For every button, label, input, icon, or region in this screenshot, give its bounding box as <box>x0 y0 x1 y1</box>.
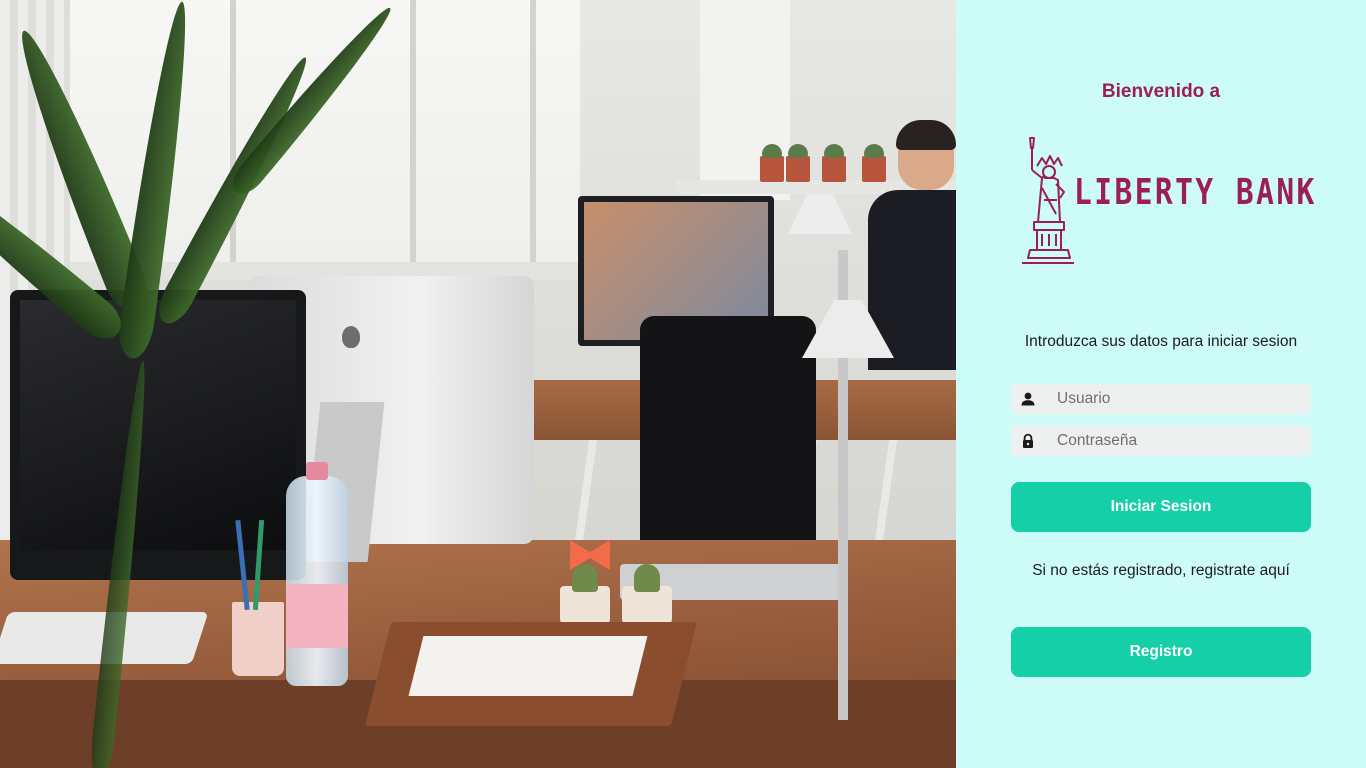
apple-logo-icon <box>342 326 360 348</box>
paper-tray <box>365 622 697 726</box>
register-prompt: Si no estás registrado, registrate aquí <box>1032 562 1290 579</box>
user-icon <box>1021 392 1035 406</box>
person-working <box>868 120 956 370</box>
register-button[interactable]: Registro <box>1011 627 1311 677</box>
office-background-photo <box>0 0 956 768</box>
plant-pot <box>822 144 846 182</box>
water-bottle <box>286 462 348 686</box>
login-button[interactable]: Iniciar Sesion <box>1011 482 1311 532</box>
statue-of-liberty-icon <box>1022 137 1074 264</box>
lock-icon <box>1023 433 1033 448</box>
pencil-cup <box>232 602 284 676</box>
plant-pot <box>760 144 784 182</box>
username-field[interactable] <box>1011 384 1311 414</box>
liberty-bank-logo: LIBERTY BANK <box>1020 136 1314 268</box>
office-chair <box>640 316 816 546</box>
brand-name: LIBERTY BANK <box>1074 172 1317 213</box>
welcome-heading: Bienvenido a <box>1101 81 1221 102</box>
login-instructions: Introduzca sus datos para iniciar sesion <box>1024 333 1298 350</box>
desk-lamp <box>788 194 852 234</box>
password-field[interactable] <box>1011 426 1311 456</box>
username-input[interactable] <box>1057 384 1307 414</box>
login-panel: Bienvenido a LIBERTY BANK Introduzca sus… <box>956 0 1366 768</box>
plant-pot <box>786 144 810 182</box>
password-input[interactable] <box>1057 426 1307 456</box>
